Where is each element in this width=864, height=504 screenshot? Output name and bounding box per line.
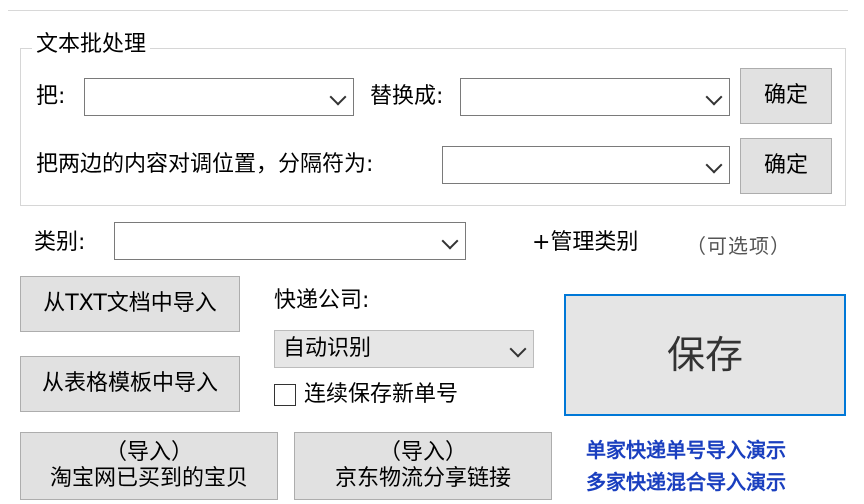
- replace-to-combobox[interactable]: [460, 78, 730, 116]
- replace-from-combobox[interactable]: [84, 78, 354, 116]
- single-courier-demo-link[interactable]: 单家快递单号导入演示: [586, 434, 786, 463]
- category-label: 类别:: [34, 230, 86, 255]
- chevron-down-icon: [329, 88, 347, 106]
- chevron-down-icon: [441, 232, 459, 250]
- swap-label: 把两边的内容对调位置，分隔符为:: [36, 152, 374, 177]
- swap-confirm-button[interactable]: 确定: [740, 138, 832, 194]
- replace-from-label: 把:: [36, 84, 66, 109]
- courier-label: 快递公司:: [274, 288, 370, 313]
- import-txt-button[interactable]: 从TXT文档中导入: [20, 276, 240, 332]
- courier-selected-value: 自动识别: [283, 336, 372, 361]
- manage-category-link[interactable]: +管理类别: [532, 228, 638, 258]
- courier-select[interactable]: 自动识别: [274, 330, 534, 368]
- taobao-button-line1: （导入）: [104, 440, 193, 465]
- replace-to-label: 替换成:: [370, 84, 444, 109]
- multi-courier-demo-link[interactable]: 多家快递混合导入演示: [586, 466, 786, 495]
- jd-button-line1: （导入）: [378, 440, 467, 465]
- import-excel-button[interactable]: 从表格模板中导入: [20, 356, 240, 412]
- replace-confirm-button[interactable]: 确定: [740, 68, 832, 124]
- import-jd-button[interactable]: （导入） 京东物流分享链接: [294, 432, 552, 500]
- chevron-down-icon: [705, 88, 723, 106]
- chevron-down-icon: [705, 156, 723, 174]
- continuous-save-label: 连续保存新单号: [304, 382, 459, 407]
- top-divider: [8, 0, 848, 11]
- chevron-down-icon: [509, 340, 527, 358]
- taobao-button-line2: 淘宝网已买到的宝贝: [49, 466, 248, 491]
- jd-button-line2: 京东物流分享链接: [334, 466, 511, 491]
- group-title: 文本批处理: [32, 30, 151, 60]
- save-button[interactable]: 保存: [564, 294, 846, 416]
- optional-hint: （可选项）: [686, 234, 791, 258]
- separator-combobox[interactable]: [442, 146, 730, 184]
- continuous-save-checkbox[interactable]: [274, 384, 296, 406]
- import-taobao-button[interactable]: （导入） 淘宝网已买到的宝贝: [20, 432, 278, 500]
- category-combobox[interactable]: [114, 222, 466, 260]
